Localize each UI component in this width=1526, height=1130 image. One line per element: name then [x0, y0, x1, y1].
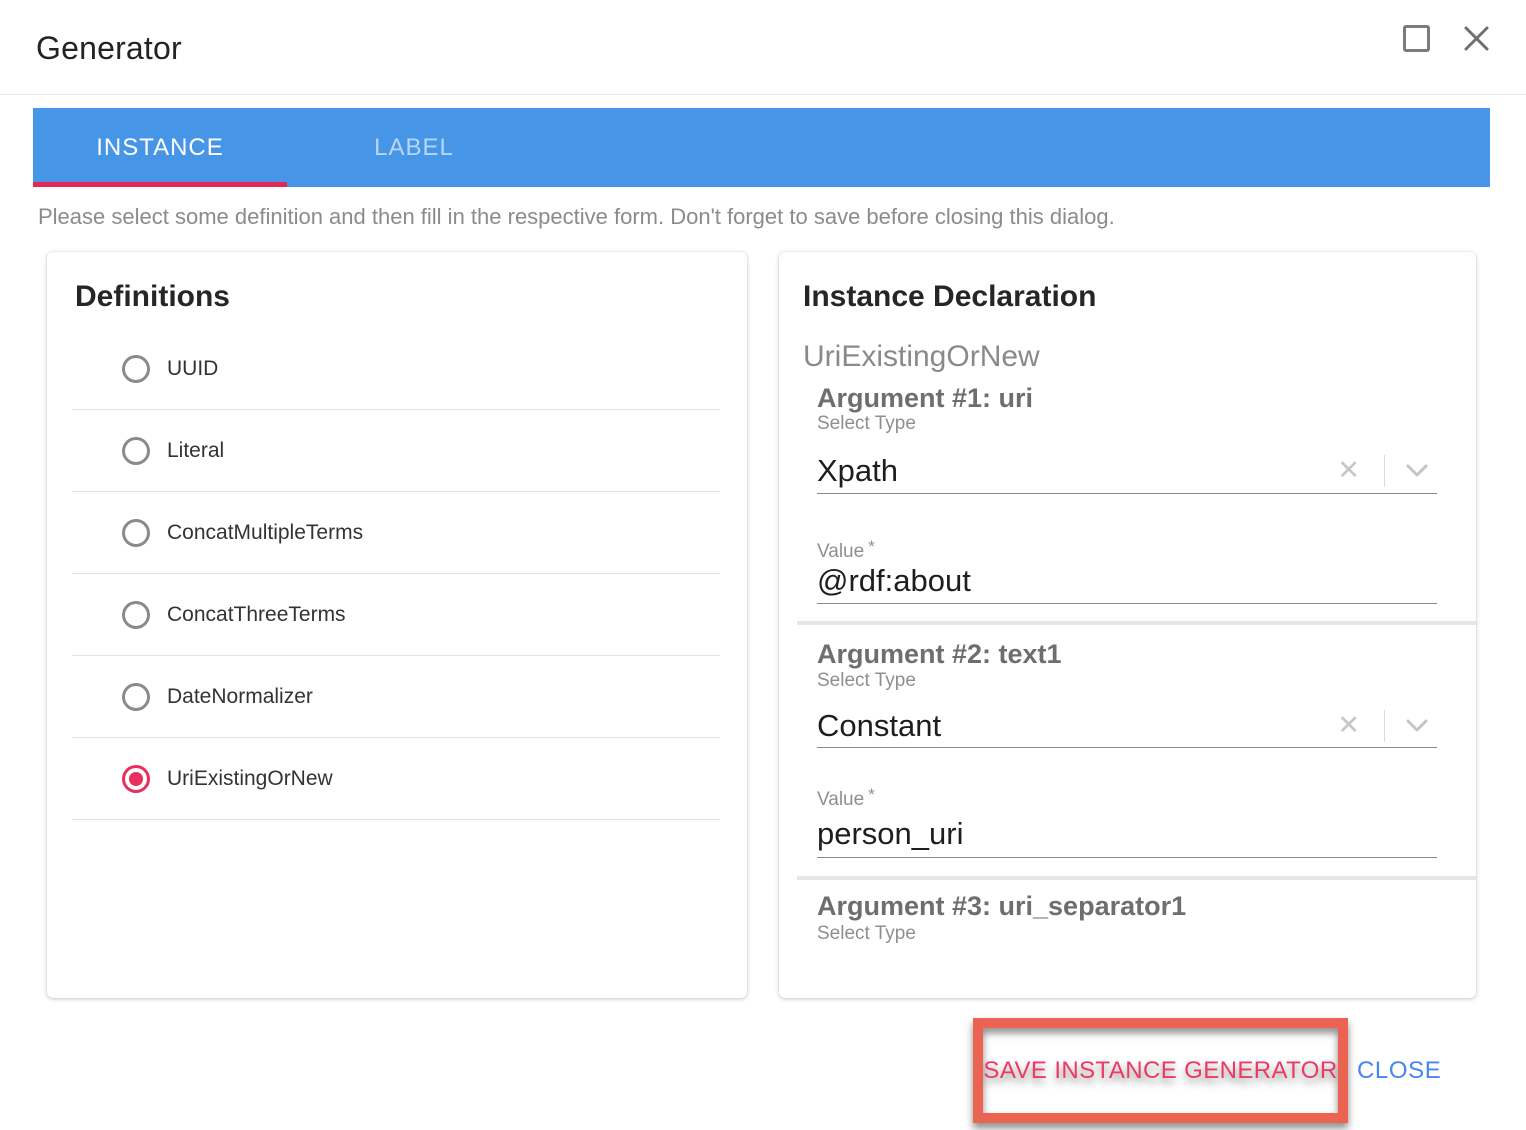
definition-label: UriExistingOrNew: [167, 767, 333, 791]
radio-unselected-icon[interactable]: [122, 519, 150, 547]
select-divider: [1384, 710, 1385, 742]
definition-label: ConcatThreeTerms: [167, 603, 346, 627]
argument-section-divider: [797, 876, 1476, 880]
argument-1-heading: Argument #1: uri: [817, 383, 1033, 414]
annotation-highlight-box: SAVE INSTANCE GENERATOR: [973, 1018, 1348, 1123]
maximize-icon[interactable]: [1403, 25, 1430, 52]
tab-instance[interactable]: INSTANCE: [33, 108, 287, 187]
tab-label[interactable]: LABEL: [287, 108, 541, 187]
radio-unselected-icon[interactable]: [122, 355, 150, 383]
definitions-card: Definitions UUID Literal ConcatMultipleT…: [47, 252, 747, 998]
definition-label: Literal: [167, 439, 224, 463]
chevron-down-icon[interactable]: [1405, 718, 1429, 733]
argument-2-type-select[interactable]: Constant ✕: [817, 704, 1437, 748]
dialog-instructions: Please select some definition and then f…: [38, 204, 1115, 230]
header-divider: [0, 94, 1526, 95]
close-icon[interactable]: [1463, 25, 1490, 52]
argument-1-value-label: Value*: [817, 537, 875, 563]
definition-option-datenormalizer[interactable]: DateNormalizer: [72, 656, 720, 738]
argument-1-type-value: Xpath: [817, 453, 1337, 489]
definition-label: DateNormalizer: [167, 685, 313, 709]
tab-instance-label: INSTANCE: [96, 134, 224, 162]
argument-3-select-type-label: Select Type: [817, 923, 916, 945]
radio-unselected-icon[interactable]: [122, 437, 150, 465]
select-divider: [1384, 455, 1385, 487]
definition-option-concatthreeterms[interactable]: ConcatThreeTerms: [72, 574, 720, 656]
required-asterisk: *: [868, 537, 875, 556]
definitions-title: Definitions: [75, 280, 230, 314]
argument-section-divider: [797, 621, 1476, 625]
generator-dialog: Generator INSTANCE LABEL Please select s…: [0, 0, 1526, 1130]
definition-option-uuid[interactable]: UUID: [72, 328, 720, 410]
argument-1-type-select[interactable]: Xpath ✕: [817, 448, 1437, 494]
definition-label: UUID: [167, 357, 218, 381]
dialog-title: Generator: [36, 30, 182, 67]
generator-name: UriExistingOrNew: [803, 340, 1040, 374]
argument-3-heading: Argument #3: uri_separator1: [817, 891, 1186, 922]
definition-label: ConcatMultipleTerms: [167, 521, 363, 545]
tab-label-label: LABEL: [374, 134, 454, 162]
instance-declaration-title: Instance Declaration: [803, 280, 1096, 314]
argument-2-type-value: Constant: [817, 708, 1337, 744]
radio-selected-icon[interactable]: [122, 765, 150, 793]
definition-option-literal[interactable]: Literal: [72, 410, 720, 492]
close-button[interactable]: CLOSE: [1357, 1057, 1441, 1085]
save-instance-generator-button[interactable]: SAVE INSTANCE GENERATOR: [983, 1057, 1337, 1085]
clear-icon[interactable]: ✕: [1337, 712, 1360, 739]
chevron-down-icon[interactable]: [1405, 463, 1429, 478]
argument-2-select-type-label: Select Type: [817, 670, 916, 692]
definition-option-uriexistingornew[interactable]: UriExistingOrNew: [72, 738, 720, 820]
clear-icon[interactable]: ✕: [1337, 457, 1360, 484]
argument-2-value-input[interactable]: person_uri: [817, 816, 1437, 858]
argument-1-select-type-label: Select Type: [817, 413, 916, 435]
argument-2-value-label: Value*: [817, 785, 875, 811]
radio-unselected-icon[interactable]: [122, 601, 150, 629]
instance-declaration-card: Instance Declaration UriExistingOrNew Ar…: [779, 252, 1476, 998]
argument-1-value-input[interactable]: @rdf:about: [817, 563, 1437, 604]
required-asterisk: *: [868, 785, 875, 804]
definition-option-concatmultipleterms[interactable]: ConcatMultipleTerms: [72, 492, 720, 574]
tab-bar: INSTANCE LABEL: [33, 108, 1490, 187]
argument-2-heading: Argument #2: text1: [817, 639, 1062, 670]
definitions-list: UUID Literal ConcatMultipleTerms ConcatT…: [47, 328, 747, 820]
radio-unselected-icon[interactable]: [122, 683, 150, 711]
